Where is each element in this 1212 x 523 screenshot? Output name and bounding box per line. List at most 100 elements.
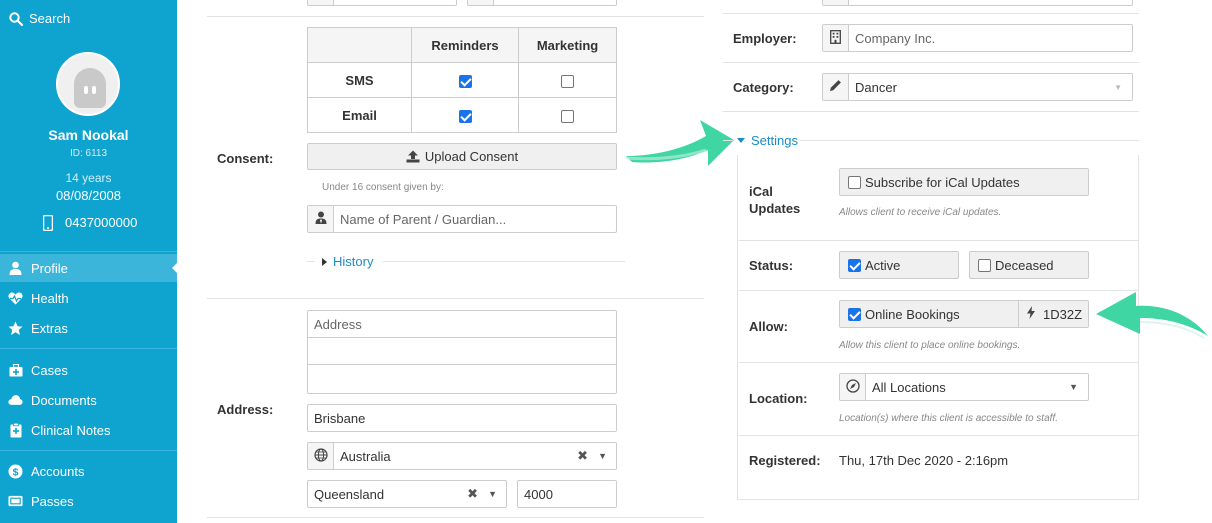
upload-icon	[406, 149, 421, 164]
email-marketing-checkbox[interactable]	[561, 109, 575, 123]
sidebar-item-passes[interactable]: Passes	[0, 487, 177, 515]
svg-text:$: $	[13, 466, 19, 478]
history-label: History	[333, 254, 374, 269]
caret-right-icon	[322, 257, 327, 266]
sms-reminders-checkbox[interactable]	[458, 74, 472, 88]
ical-subscribe-toggle[interactable]: Subscribe for iCal Updates	[839, 168, 1089, 196]
search-icon	[8, 11, 23, 26]
booking-code-button[interactable]: 1D32Z	[1018, 300, 1089, 328]
search-label: Search	[29, 11, 71, 26]
upload-consent-label: Upload Consent	[424, 149, 519, 164]
address-line-1[interactable]: Address	[308, 311, 616, 338]
mobile-phone-icon	[40, 214, 55, 231]
row-divider	[739, 435, 1139, 436]
section-divider	[723, 13, 1139, 14]
employer-field[interactable]: Company Inc.	[822, 24, 1133, 52]
postcode-value: 4000	[524, 486, 553, 502]
guardian-name-field[interactable]: Name of Parent / Guardian...	[307, 205, 617, 233]
nav-divider	[0, 251, 177, 252]
ticket-icon	[8, 494, 23, 509]
top-field-right[interactable]	[467, 0, 617, 6]
section-divider	[723, 62, 1139, 63]
category-value: Dancer	[855, 79, 897, 95]
patient-name: Sam Nookal	[48, 127, 129, 143]
category-select[interactable]: Dancer ▼	[822, 73, 1133, 101]
patient-dob: 08/08/2008	[55, 188, 122, 203]
status-active-label: Active	[865, 257, 901, 273]
email-reminders-checkbox[interactable]	[458, 109, 472, 123]
history-line-right	[383, 261, 625, 262]
sidebar-item-accounts[interactable]: $ Accounts	[0, 457, 177, 485]
sidebar-item-health[interactable]: Health	[0, 284, 177, 312]
status-deceased-toggle[interactable]: Deceased	[969, 251, 1089, 279]
top-field-left[interactable]	[307, 0, 457, 6]
building-icon	[830, 29, 841, 47]
sidebar-item-profile[interactable]: Profile	[0, 254, 177, 282]
status-active-toggle[interactable]: Active	[839, 251, 959, 279]
search-button[interactable]: Search	[8, 11, 70, 26]
address-line-2[interactable]	[308, 338, 616, 365]
chevron-down-icon[interactable]: ▼	[1069, 382, 1078, 392]
annotation-arrow-left	[625, 120, 734, 166]
chevron-down-icon[interactable]: ▼	[1114, 83, 1122, 92]
star-icon	[8, 321, 23, 336]
field-addon	[823, 0, 849, 5]
settings-label: Settings	[751, 133, 798, 148]
online-bookings-toggle[interactable]: Online Bookings	[839, 300, 1019, 328]
avatar[interactable]	[56, 52, 120, 116]
allow-label: Allow:	[749, 319, 788, 334]
address-line-3[interactable]	[308, 365, 616, 393]
patient-phone[interactable]: 0437000000	[40, 214, 137, 231]
location-value: All Locations	[872, 379, 946, 395]
category-addon	[823, 74, 849, 100]
deceased-checkbox[interactable]	[978, 258, 991, 272]
postcode-field[interactable]: 4000	[517, 480, 617, 508]
nav-divider	[0, 450, 177, 451]
sidebar-item-label: Profile	[31, 260, 68, 276]
ical-label: iCal Updates	[749, 184, 801, 216]
compass-icon	[845, 378, 860, 396]
location-select[interactable]: All Locations ▼	[839, 373, 1089, 401]
ical-help: Allows client to receive iCal updates.	[839, 207, 1002, 218]
country-select[interactable]: Australia ✖ ▼	[307, 442, 617, 470]
employer-value: Company Inc.	[855, 30, 936, 46]
patient-age: 14 years	[65, 171, 112, 185]
sidebar-item-label: Passes	[31, 493, 74, 509]
state-select[interactable]: Queensland ✖ ▼	[307, 480, 507, 508]
avatar-eye-right	[92, 86, 96, 94]
upload-consent-button[interactable]: Upload Consent	[307, 143, 617, 170]
section-divider	[207, 16, 704, 17]
location-addon	[840, 374, 866, 400]
active-checkbox[interactable]	[848, 258, 861, 272]
user-tie-icon	[315, 211, 327, 227]
city-field[interactable]: Brisbane	[307, 404, 617, 432]
history-toggle[interactable]: History	[322, 254, 373, 269]
sidebar-item-cases[interactable]: Cases	[0, 356, 177, 384]
sidebar-item-label: Cases	[31, 362, 68, 378]
settings-toggle[interactable]: Settings	[737, 133, 798, 148]
chevron-down-icon[interactable]: ▼	[488, 489, 497, 499]
annotation-arrow-right	[1096, 292, 1208, 339]
guardian-placeholder: Name of Parent / Guardian...	[340, 211, 507, 227]
chevron-down-icon[interactable]: ▼	[598, 451, 607, 461]
user-icon	[8, 261, 23, 276]
online-bookings-checkbox[interactable]	[848, 307, 861, 321]
top-right-field[interactable]	[822, 0, 1133, 6]
location-help: Location(s) where this client is accessi…	[839, 413, 1058, 424]
registered-label: Registered:	[749, 453, 821, 468]
clear-icon[interactable]: ✖	[577, 448, 588, 464]
sidebar-item-label: Documents	[31, 392, 97, 408]
address-lines-field[interactable]: Address	[307, 310, 617, 394]
sidebar-item-extras[interactable]: Extras	[0, 314, 177, 342]
ical-checkbox[interactable]	[848, 175, 861, 189]
pencil-icon	[829, 79, 842, 95]
clear-icon[interactable]: ✖	[467, 486, 478, 502]
heartbeat-icon	[8, 291, 23, 306]
online-bookings-label: Online Bookings	[865, 306, 960, 322]
sidebar-item-documents[interactable]: Documents	[0, 386, 177, 414]
section-divider	[207, 517, 704, 518]
consent-cell	[410, 62, 520, 98]
sms-marketing-checkbox[interactable]	[561, 74, 575, 88]
sidebar-item-clinical-notes[interactable]: Clinical Notes	[0, 416, 177, 444]
sidebar-item-label: Accounts	[31, 463, 85, 479]
